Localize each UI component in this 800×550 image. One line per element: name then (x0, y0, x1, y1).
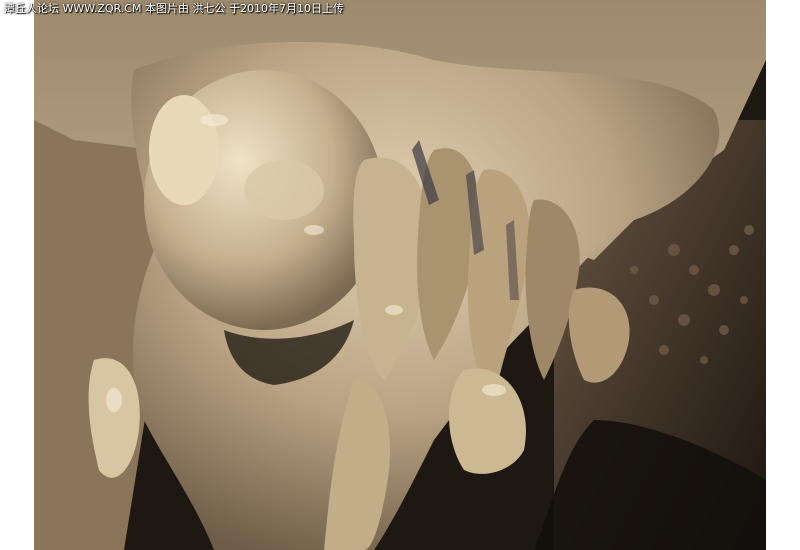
cave-formation-illustration (34, 0, 766, 550)
cave-photo (34, 0, 766, 550)
upload-watermark-text: 潭丘人论坛 WWW.ZQR.CM 本图片由 洪七公 于2010年7月10日上传 (4, 2, 344, 15)
